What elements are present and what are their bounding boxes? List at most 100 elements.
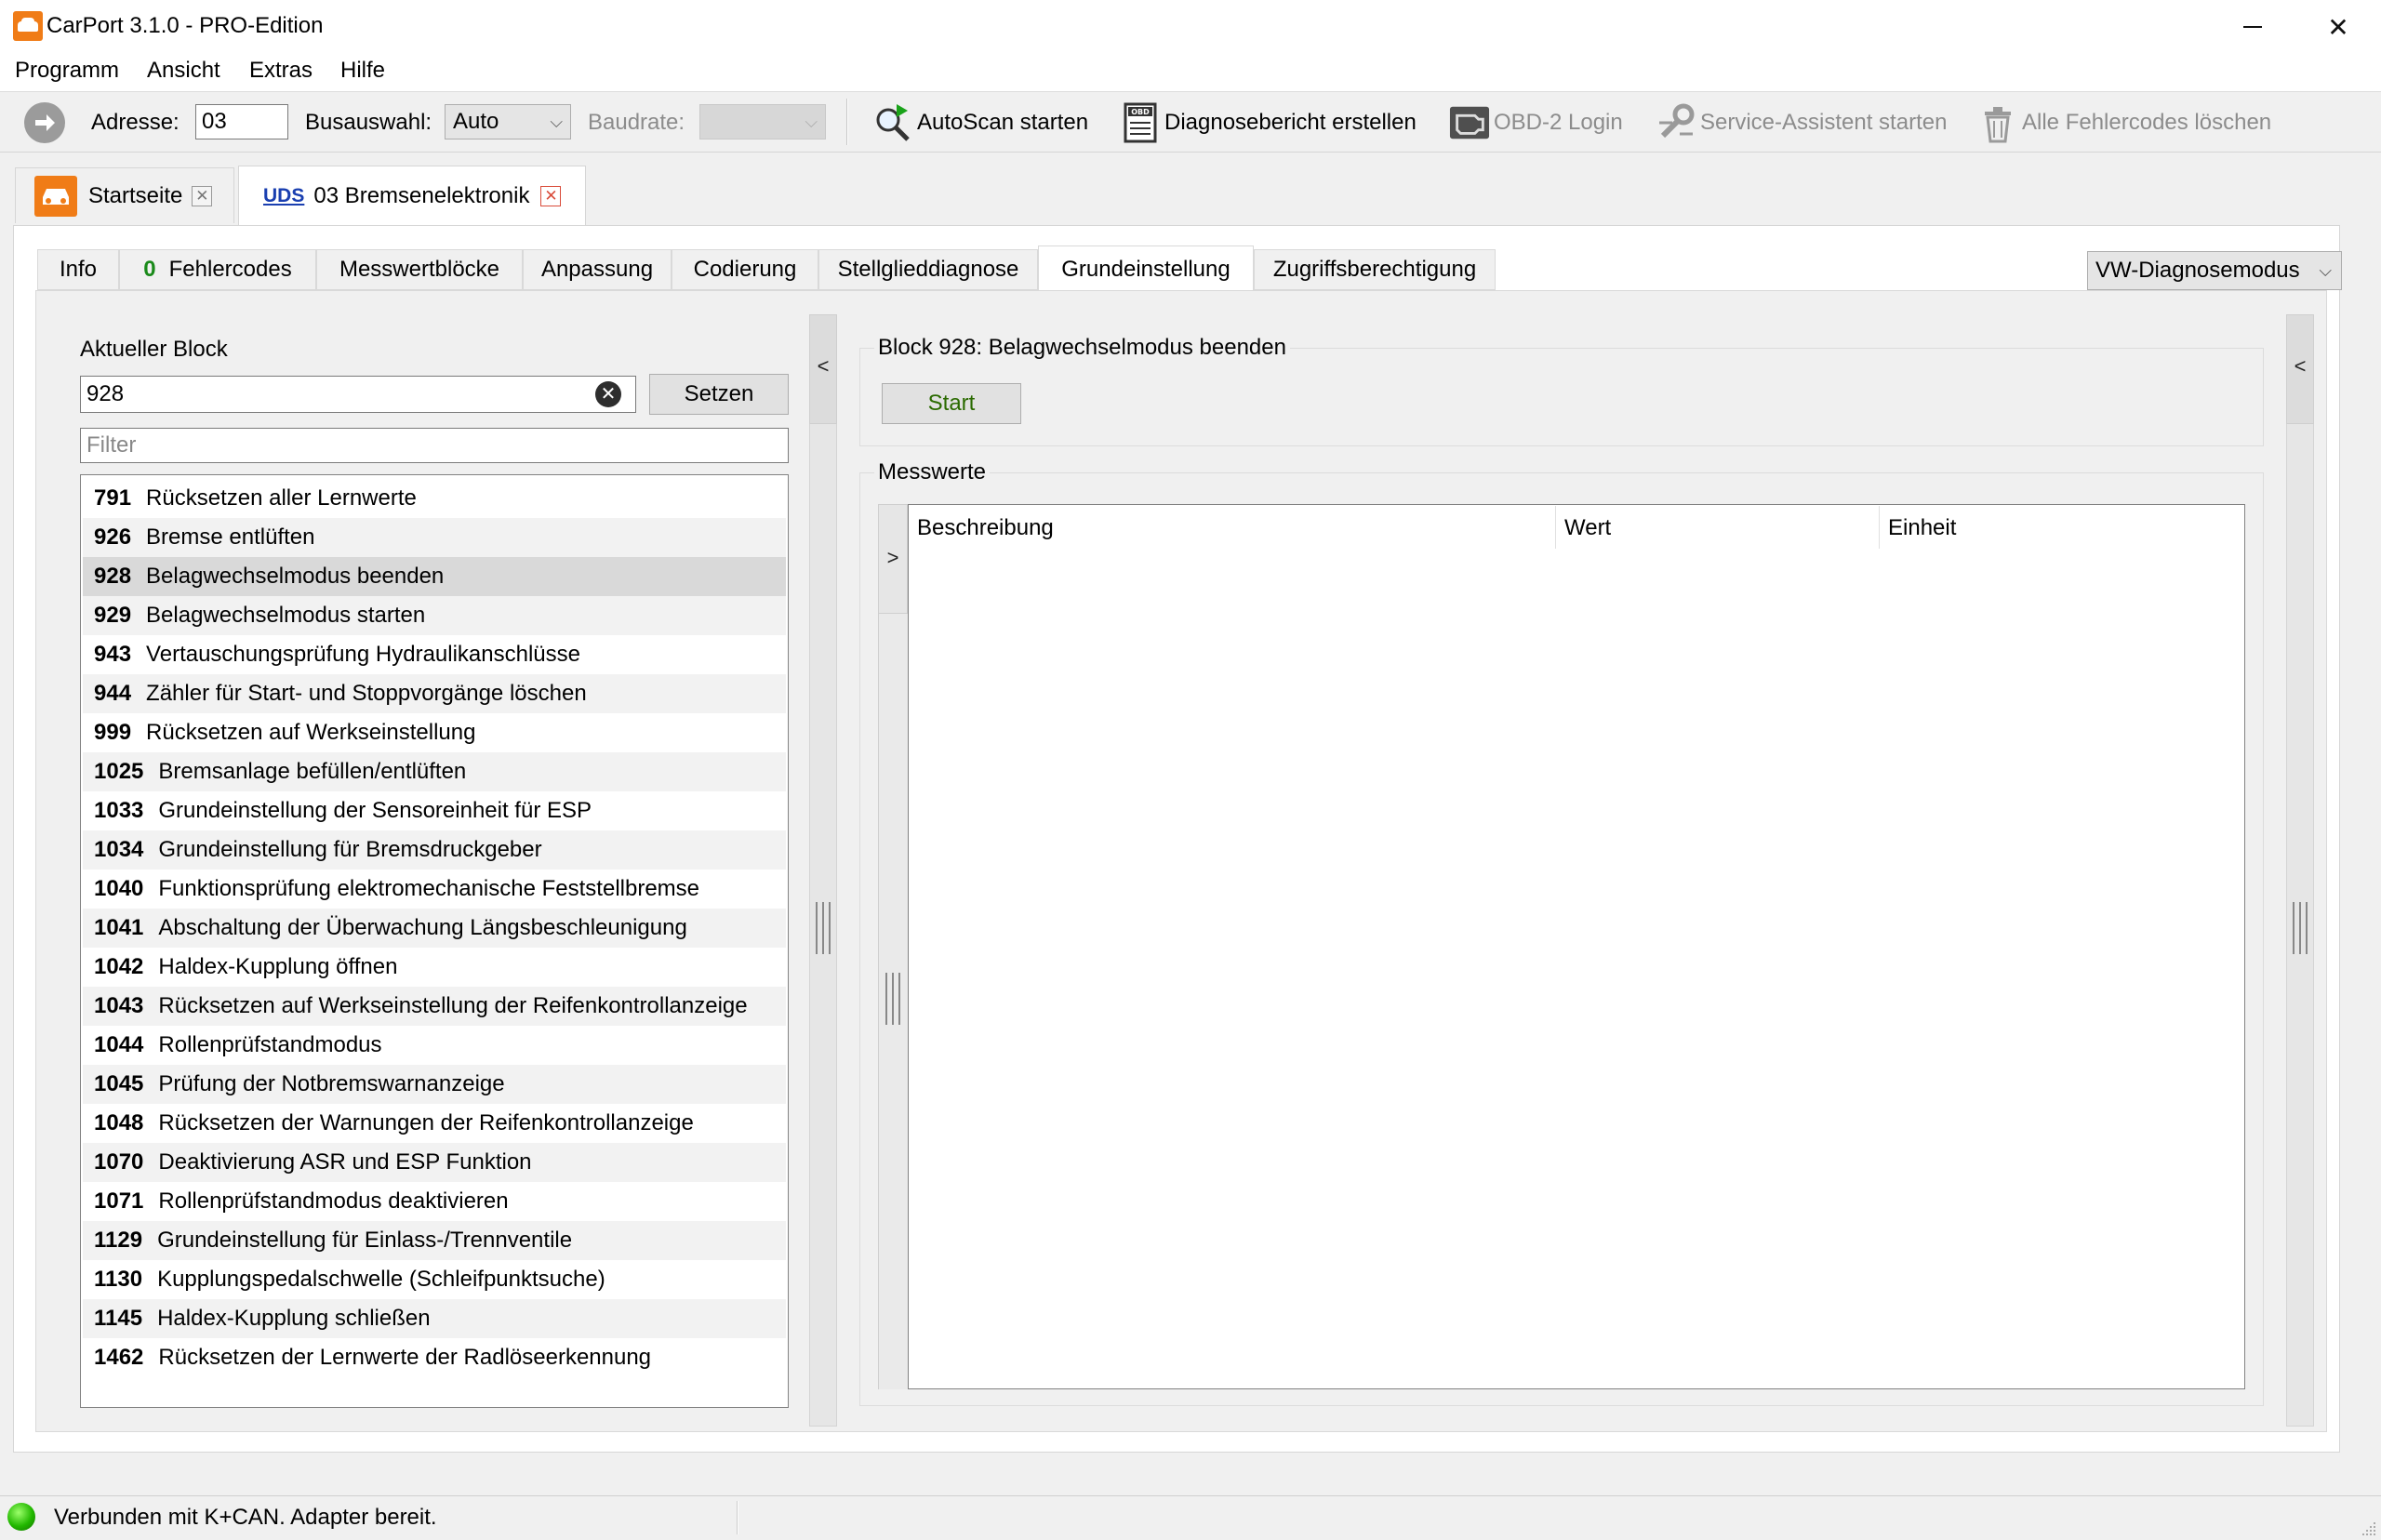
list-item[interactable]: 1045 Prüfung der Notbremswarnanzeige xyxy=(83,1065,786,1104)
block-number: 1130 xyxy=(94,1267,143,1292)
minimize-line-icon[interactable] xyxy=(2210,0,2295,54)
tab-messwertbloecke[interactable]: Messwertblöcke xyxy=(316,249,523,290)
block-number: 1071 xyxy=(94,1188,144,1214)
list-item[interactable]: 1025 Bremsanlage befüllen/entlüften xyxy=(83,752,786,791)
column-header-wert[interactable]: Wert xyxy=(1564,515,1611,541)
list-item[interactable]: 1043 Rücksetzen auf Werkseinstellung der … xyxy=(83,987,786,1026)
block-number: 1042 xyxy=(94,954,144,979)
expand-values-button[interactable]: > xyxy=(878,504,908,614)
filter-input[interactable]: Filter xyxy=(80,428,789,463)
column-divider xyxy=(1879,506,1880,549)
close-tab-icon[interactable]: ✕ xyxy=(540,185,562,206)
list-item[interactable]: 929 Belagwechselmodus starten xyxy=(83,596,786,635)
block-number: 1070 xyxy=(94,1149,144,1175)
tab-fehlercodes[interactable]: 0 Fehlercodes xyxy=(119,249,316,290)
toolbar-separator xyxy=(846,99,848,145)
list-item[interactable]: 791 Rücksetzen aller Lernwerte xyxy=(83,479,786,518)
block-description: Rollenprüfstandmodus xyxy=(158,1032,382,1057)
autoscan-button[interactable]: AutoScan starten xyxy=(872,99,1088,147)
status-text: Verbunden mit K+CAN. Adapter bereit. xyxy=(54,1505,437,1530)
obd2-login-label: OBD-2 Login xyxy=(1494,110,1623,135)
tab-zugriffsberechtigung[interactable]: Zugriffsberechtigung xyxy=(1254,249,1496,290)
block-list: 791 Rücksetzen aller Lernwerte 926 Bremse e… xyxy=(80,474,789,1408)
fault-count-badge: 0 xyxy=(143,257,156,282)
splitter-grip-icon[interactable] xyxy=(885,973,900,1025)
list-item[interactable]: 1145 Haldex-Kupplung schließen xyxy=(83,1299,786,1338)
block-description: Grundeinstellung für Einlass-/Trennventi… xyxy=(157,1228,573,1253)
window-title: CarPort 3.1.0 - PRO-Edition xyxy=(47,13,324,38)
tab-anpassung[interactable]: Anpassung xyxy=(523,249,672,290)
block-description: Vertauschungsprüfung Hydraulikanschlüsse xyxy=(146,642,580,667)
bus-select[interactable]: Auto ⌵ xyxy=(445,104,571,139)
collapse-right-button[interactable]: < xyxy=(2286,314,2314,424)
list-item[interactable]: 1130 Kupplungspedalschwelle (Schleifpunkt… xyxy=(83,1260,786,1299)
splitter-grip-icon[interactable] xyxy=(2293,902,2308,954)
splitter-grip-icon[interactable] xyxy=(816,902,831,954)
address-input[interactable]: 03 xyxy=(195,104,288,139)
block-description: Belagwechselmodus starten xyxy=(146,603,426,628)
wrench-icon xyxy=(1656,102,1696,143)
menu-programm[interactable]: Programm xyxy=(15,58,119,84)
service-assistant-label: Service-Assistent starten xyxy=(1700,110,1948,135)
chevron-down-icon: ⌵ xyxy=(2319,261,2332,280)
block-number: 929 xyxy=(94,603,132,628)
clear-input-icon[interactable]: ✕ xyxy=(595,381,621,407)
menu-hilfe[interactable]: Hilfe xyxy=(340,58,385,84)
baud-select[interactable]: ⌵ xyxy=(699,104,826,139)
left-panel-splitter[interactable] xyxy=(809,314,837,1427)
block-description: Rücksetzen aller Lernwerte xyxy=(146,485,417,511)
block-number: 928 xyxy=(94,564,132,589)
right-panel-splitter[interactable] xyxy=(2286,314,2314,1427)
tab-codierung[interactable]: Codierung xyxy=(672,249,818,290)
menu-extras[interactable]: Extras xyxy=(249,58,313,84)
connection-status-led-icon xyxy=(7,1503,35,1531)
menu-ansicht[interactable]: Ansicht xyxy=(147,58,220,84)
list-item[interactable]: 1034 Grundeinstellung für Bremsdruckgeber xyxy=(83,830,786,870)
column-header-einheit[interactable]: Einheit xyxy=(1888,515,1956,541)
start-button[interactable]: Start xyxy=(882,383,1021,424)
block-number: 1048 xyxy=(94,1110,144,1135)
current-block-input[interactable]: 928 xyxy=(80,376,636,413)
list-item[interactable]: 943 Vertauschungsprüfung Hydraulikanschlü… xyxy=(83,635,786,674)
set-block-button[interactable]: Setzen xyxy=(649,374,789,415)
clear-all-codes-button[interactable]: Alle Fehlercodes löschen xyxy=(1977,99,2271,147)
list-item[interactable]: 1033 Grundeinstellung der Sensoreinheit f… xyxy=(83,791,786,830)
tab-info[interactable]: Info xyxy=(37,249,119,290)
block-number: 1044 xyxy=(94,1032,144,1057)
column-header-beschreibung[interactable]: Beschreibung xyxy=(917,515,1054,541)
list-item[interactable]: 1048 Rücksetzen der Warnungen der Reifenk… xyxy=(83,1104,786,1143)
list-item[interactable]: 999 Rücksetzen auf Werkseinstellung xyxy=(83,713,786,752)
resize-grip-icon[interactable] xyxy=(2359,1518,2377,1536)
list-item[interactable]: 926 Bremse entlüften xyxy=(83,518,786,557)
diagnose-mode-select[interactable]: VW-Diagnosemodus ⌵ xyxy=(2087,251,2342,290)
close-tab-icon[interactable]: ✕ xyxy=(192,185,213,206)
close-window-button[interactable]: ✕ xyxy=(2295,0,2381,54)
list-item[interactable]: 1040 Funktionsprüfung elektromechanische … xyxy=(83,870,786,909)
connect-arrow-icon[interactable] xyxy=(24,102,65,143)
tab-grundeinstellung[interactable]: Grundeinstellung xyxy=(1038,246,1254,292)
list-item[interactable]: 1041 Abschaltung der Überwachung Längsbes… xyxy=(83,909,786,948)
expand-arrow-icon: > xyxy=(886,546,899,569)
tab-bremsenelektronik[interactable]: UDS 03 Bremsenelektronik ✕ xyxy=(238,166,586,225)
diagnose-report-button[interactable]: OBD Diagnosebericht erstellen xyxy=(1120,99,1417,147)
tab-stellglieddiagnose[interactable]: Stellglieddiagnose xyxy=(818,249,1038,290)
list-item[interactable]: 1070 Deaktivierung ASR und ESP Funktion xyxy=(83,1143,786,1182)
list-item[interactable]: 1129 Grundeinstellung für Einlass-/Trennv… xyxy=(83,1221,786,1260)
obd2-login-button[interactable]: OBD-2 Login xyxy=(1449,99,1623,147)
list-item[interactable]: 1044 Rollenprüfstandmodus xyxy=(83,1026,786,1065)
collapse-left-button[interactable]: < xyxy=(809,314,837,424)
list-item[interactable]: 1462 Rücksetzen der Lernwerte der Radlöse… xyxy=(83,1338,786,1377)
service-assistant-button[interactable]: Service-Assistent starten xyxy=(1656,99,1947,147)
trash-icon xyxy=(1977,102,2018,143)
title-bar xyxy=(0,0,2381,54)
tab-startseite[interactable]: Startseite ✕ xyxy=(15,167,234,223)
list-item[interactable]: 944 Zähler für Start- und Stoppvorgänge l… xyxy=(83,674,786,713)
block-number: 926 xyxy=(94,524,132,550)
list-item[interactable]: 928 Belagwechselmodus beenden xyxy=(83,557,786,596)
status-separator xyxy=(737,1501,738,1534)
block-description: Rücksetzen der Lernwerte der Radlöseerke… xyxy=(158,1345,652,1370)
list-item[interactable]: 1042 Haldex-Kupplung öffnen xyxy=(83,948,786,987)
list-item[interactable]: 1071 Rollenprüfstandmodus deaktivieren xyxy=(83,1182,786,1221)
block-description: Prüfung der Notbremswarnanzeige xyxy=(158,1071,505,1096)
block-description: Rücksetzen der Warnungen der Reifenkontr… xyxy=(158,1110,694,1135)
